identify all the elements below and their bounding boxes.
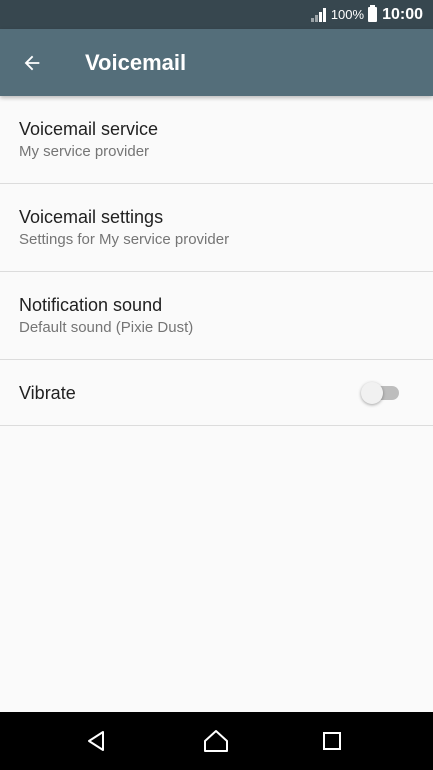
nav-recents-button[interactable]	[302, 712, 362, 770]
voicemail-service-item[interactable]: Voicemail service My service provider	[0, 96, 433, 184]
app-bar: Voicemail	[0, 29, 433, 96]
toggle-thumb	[361, 381, 383, 404]
signal-icon	[310, 7, 326, 22]
voicemail-screen: 100% 10:00 Voicemail Voicemail service M…	[0, 0, 433, 770]
notification-sound-item[interactable]: Notification sound Default sound (Pixie …	[0, 272, 433, 360]
item-subtitle: My service provider	[19, 142, 150, 160]
settings-list: Voicemail service My service provider Vo…	[0, 96, 433, 426]
arrow-left-icon	[24, 55, 40, 70]
vibrate-item[interactable]: Vibrate	[0, 360, 433, 426]
vibrate-toggle[interactable]	[361, 381, 401, 405]
status-bar: 100% 10:00	[0, 0, 433, 29]
battery-percent: 100%	[330, 7, 365, 22]
navigation-bar	[0, 712, 433, 770]
item-subtitle: Default sound (Pixie Dust)	[19, 318, 194, 336]
item-title: Voicemail settings	[19, 206, 164, 227]
square-recents-icon	[323, 732, 341, 750]
battery-icon	[368, 5, 378, 22]
nav-back-button[interactable]	[66, 712, 126, 770]
clock: 10:00	[382, 5, 423, 23]
vibrate-label: Vibrate	[19, 382, 76, 403]
back-button[interactable]	[0, 29, 67, 96]
item-title: Notification sound	[19, 294, 163, 315]
home-icon	[204, 730, 228, 752]
voicemail-settings-item[interactable]: Voicemail settings Settings for My servi…	[0, 184, 433, 272]
item-subtitle: Settings for My service provider	[19, 230, 230, 248]
triangle-back-icon	[88, 731, 104, 751]
item-title: Voicemail service	[19, 118, 159, 139]
nav-home-button[interactable]	[186, 712, 246, 770]
page-title: Voicemail	[85, 49, 187, 75]
